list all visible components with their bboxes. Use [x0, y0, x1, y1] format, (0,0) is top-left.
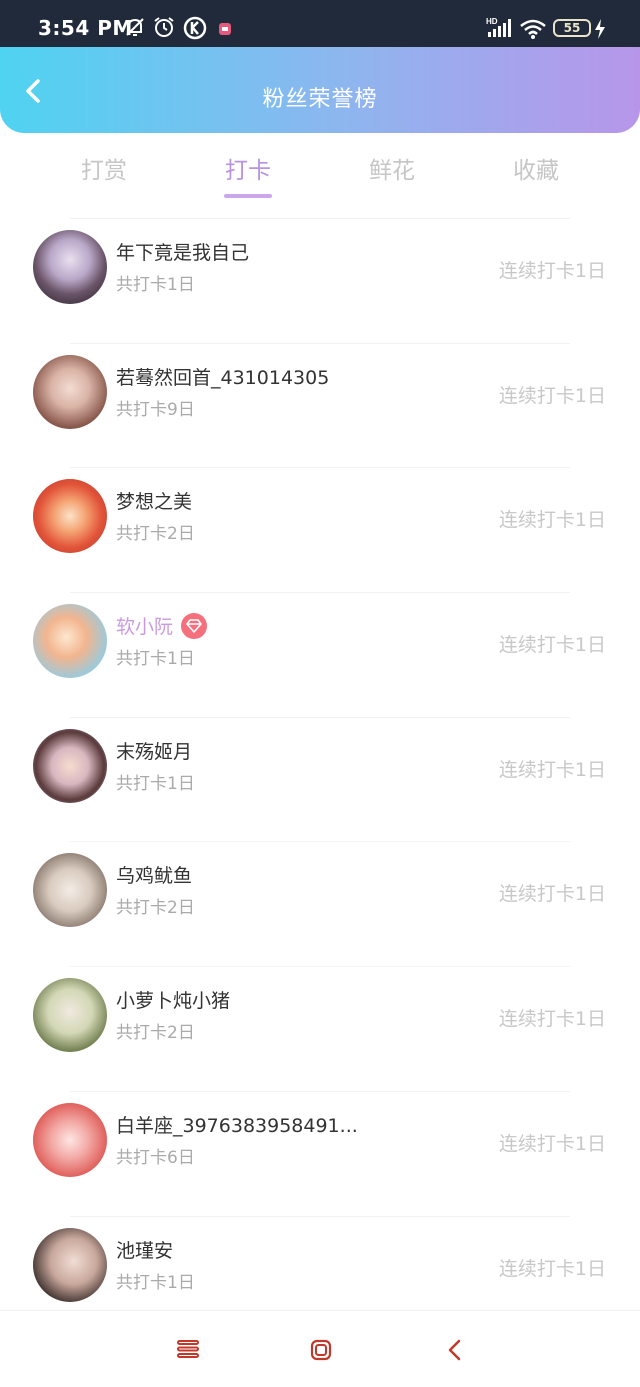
fan-name: 乌鸡鱿鱼 — [116, 865, 193, 888]
avatar — [33, 354, 107, 429]
streak-checkin: 连续打卡1日 — [498, 883, 606, 906]
fan-list: 年下竟是我自己 共打卡1日 连续打卡1日 若蓦然回首_431014305 共打卡… — [0, 218, 640, 1340]
avatar — [33, 1227, 107, 1302]
list-item[interactable]: 乌鸡鱿鱼 共打卡2日 连续打卡1日 — [0, 841, 640, 966]
avatar — [33, 479, 107, 554]
wifi-icon — [519, 18, 547, 44]
list-item[interactable]: 年下竟是我自己 共打卡1日 连续打卡1日 — [0, 218, 640, 343]
list-item[interactable]: 白羊座_3976383958491... 共打卡6日 连续打卡1日 — [0, 1090, 640, 1216]
avatar — [33, 1102, 107, 1177]
tab-favorites[interactable]: 收藏 — [486, 151, 586, 185]
list-item[interactable]: 梦想之美 共打卡2日 连续打卡1日 — [0, 467, 640, 592]
status-time: 3:54 PM — [38, 16, 133, 40]
tab-flowers[interactable]: 鲜花 — [342, 151, 442, 185]
list-item[interactable]: 软小阮 共打卡1日 连续打卡1日 — [0, 592, 640, 717]
status-bar: 3:54 PM HD 55 — [0, 0, 640, 47]
list-item[interactable]: 小萝卜炖小猪 共打卡2日 连续打卡1日 — [0, 966, 640, 1091]
streak-checkin: 连续打卡1日 — [498, 1132, 606, 1155]
streak-checkin: 连续打卡1日 — [498, 634, 606, 657]
total-checkin: 共打卡1日 — [116, 1272, 195, 1293]
streak-checkin: 连续打卡1日 — [498, 1257, 606, 1280]
streak-checkin: 连续打卡1日 — [498, 260, 606, 282]
streak-checkin: 连续打卡1日 — [498, 509, 606, 532]
avatar — [33, 604, 107, 679]
fan-name: 梦想之美 — [116, 491, 193, 514]
total-checkin: 共打卡1日 — [116, 773, 195, 794]
total-checkin: 共打卡2日 — [116, 898, 195, 919]
streak-checkin: 连续打卡1日 — [498, 1008, 606, 1031]
menu-icon[interactable] — [177, 1339, 199, 1363]
mute-icon — [124, 16, 146, 42]
avatar — [33, 978, 107, 1053]
home-icon[interactable] — [310, 1339, 332, 1365]
header: 粉丝荣誉榜 — [0, 47, 640, 133]
tab-checkin[interactable]: 打卡 — [198, 151, 298, 185]
avatar — [33, 230, 107, 304]
charging-icon — [594, 18, 606, 44]
fan-name: 末殇姬月 — [116, 740, 193, 763]
fan-name-text: 软小阮 — [116, 616, 174, 639]
total-checkin: 共打卡6日 — [116, 1147, 195, 1168]
system-nav-bar — [0, 1310, 640, 1387]
fan-name: 软小阮 — [116, 612, 208, 640]
tab-bar: 打赏 打卡 鲜花 收藏 — [0, 133, 640, 219]
k-icon — [183, 16, 207, 44]
streak-checkin: 连续打卡1日 — [498, 384, 606, 407]
total-checkin: 共打卡2日 — [116, 1023, 195, 1044]
app-icon — [218, 21, 232, 40]
list-item[interactable]: 若蓦然回首_431014305 共打卡9日 连续打卡1日 — [0, 342, 640, 468]
battery-icon: 55 — [553, 19, 591, 37]
tab-reward[interactable]: 打赏 — [54, 151, 154, 185]
total-checkin: 共打卡1日 — [116, 275, 195, 295]
total-checkin: 共打卡1日 — [116, 649, 195, 670]
fan-name: 池瑾安 — [116, 1239, 174, 1262]
avatar — [33, 728, 107, 803]
avatar — [33, 853, 107, 928]
total-checkin: 共打卡9日 — [116, 399, 195, 420]
signal-icon: HD — [486, 17, 514, 43]
active-tab-indicator — [224, 194, 272, 198]
total-checkin: 共打卡2日 — [116, 524, 195, 545]
back-icon[interactable] — [446, 1339, 464, 1365]
fan-name: 若蓦然回首_431014305 — [116, 366, 330, 389]
alarm-icon — [153, 16, 175, 42]
fan-name: 小萝卜炖小猪 — [116, 990, 231, 1013]
streak-checkin: 连续打卡1日 — [498, 758, 606, 781]
fan-name: 年下竟是我自己 — [116, 242, 250, 264]
svg-text:HD: HD — [486, 17, 498, 26]
list-item[interactable]: 末殇姬月 共打卡1日 连续打卡1日 — [0, 716, 640, 842]
diamond-icon — [181, 613, 208, 640]
fan-name: 白羊座_3976383958491... — [116, 1114, 358, 1137]
page-title: 粉丝荣誉榜 — [262, 87, 378, 112]
